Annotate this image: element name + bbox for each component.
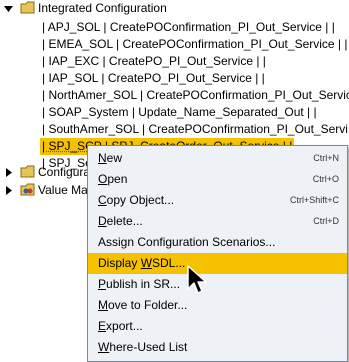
menu-item-label: Delete...	[98, 214, 143, 228]
mouse-pointer-icon	[186, 264, 208, 296]
tree-leaf-iap-exc[interactable]: | IAP_EXC | CreatePO_PI_Out_Service | |	[0, 53, 349, 70]
menu-item-label: Assign Configuration Scenarios...	[98, 235, 276, 249]
menu-item-label: Where-Used List	[98, 340, 188, 354]
menu-item-export[interactable]: Export...	[88, 316, 347, 337]
tree-leaf-label: | IAP_EXC | CreatePO_PI_Out_Service | |	[42, 54, 266, 68]
tree-leaf-iap-sol[interactable]: | IAP_SOL | CreatePO_PI_Out_Service | |	[0, 70, 349, 87]
tree-node-integrated-configuration[interactable]: Integrated Configuration	[0, 0, 349, 17]
tree-leaf-apj-sol[interactable]: | APJ_SOL | CreatePOConfirmation_PI_Out_…	[0, 19, 349, 36]
tree-leaf-label: | EMEA_SOL | CreatePOConfirmation_PI_Out…	[42, 37, 348, 51]
tree-leaf-emea-sol[interactable]: | EMEA_SOL | CreatePOConfirmation_PI_Out…	[0, 36, 349, 53]
menu-item-move-to-folder[interactable]: Move to Folder...	[88, 295, 347, 316]
tree-leaf-label: | IAP_SOL | CreatePO_PI_Out_Service | |	[42, 71, 265, 85]
tree-leaf-southamer-sol[interactable]: | SouthAmer_SOL | CreatePOConfirmation_P…	[0, 121, 349, 138]
expand-arrow-icon[interactable]	[3, 167, 14, 178]
tree-node-label: Configura	[38, 165, 91, 179]
folder-icon	[20, 1, 36, 15]
menu-item-open[interactable]: Open Ctrl+O	[88, 169, 347, 190]
tree-leaf-northamer-sol[interactable]: | NorthAmer_SOL | CreatePOConfirmation_P…	[0, 87, 349, 104]
menu-item-label: New	[98, 151, 123, 165]
context-menu: New Ctrl+N Open Ctrl+O Copy Object... Ct…	[87, 145, 348, 362]
menu-item-label: Publish in SR...	[98, 277, 181, 291]
collapse-arrow-icon[interactable]	[3, 3, 14, 14]
menu-item-shortcut: Ctrl+Shift+C	[289, 195, 339, 205]
menu-item-assign-configuration-scenarios[interactable]: Assign Configuration Scenarios...	[88, 232, 347, 253]
menu-item-shortcut: Ctrl+O	[312, 174, 339, 184]
menu-item-delete[interactable]: Delete... Ctrl+D	[88, 211, 347, 232]
menu-item-display-wsdl[interactable]: Display WSDL...	[88, 253, 347, 274]
expand-arrow-icon[interactable]	[3, 185, 14, 196]
menu-item-shortcut: Ctrl+D	[313, 216, 339, 226]
menu-item-label: Copy Object...	[98, 193, 175, 207]
tree-leaf-label: | APJ_SOL | CreatePOConfirmation_PI_Out_…	[42, 20, 335, 34]
folder-icon	[20, 165, 36, 179]
menu-item-where-used-list[interactable]: Where-Used List	[88, 337, 347, 358]
value-mapping-icon	[20, 183, 36, 197]
menu-item-publish-in-sr[interactable]: Publish in SR...	[88, 274, 347, 295]
tree-leaf-label: | SouthAmer_SOL | CreatePOConfirmation_P…	[42, 122, 348, 136]
menu-item-label: Display WSDL...	[98, 256, 186, 270]
menu-item-label: Move to Folder...	[98, 298, 188, 312]
tree-leaf-label: | NorthAmer_SOL | CreatePOConfirmation_P…	[42, 88, 349, 102]
menu-item-copy-object[interactable]: Copy Object... Ctrl+Shift+C	[88, 190, 347, 211]
menu-item-shortcut: Ctrl+N	[313, 153, 339, 163]
tree-leaf-soap-system[interactable]: | SOAP_System | Update_Name_Separated_Ou…	[0, 104, 349, 121]
menu-item-new[interactable]: New Ctrl+N	[88, 148, 347, 169]
tree-node-label: Value Ma	[38, 183, 88, 197]
tree-node-label: Integrated Configuration	[38, 1, 167, 15]
tree-leaf-label: | SOAP_System | Update_Name_Separated_Ou…	[42, 105, 317, 119]
menu-item-label: Open	[98, 172, 128, 186]
menu-item-label: Export...	[98, 319, 143, 333]
